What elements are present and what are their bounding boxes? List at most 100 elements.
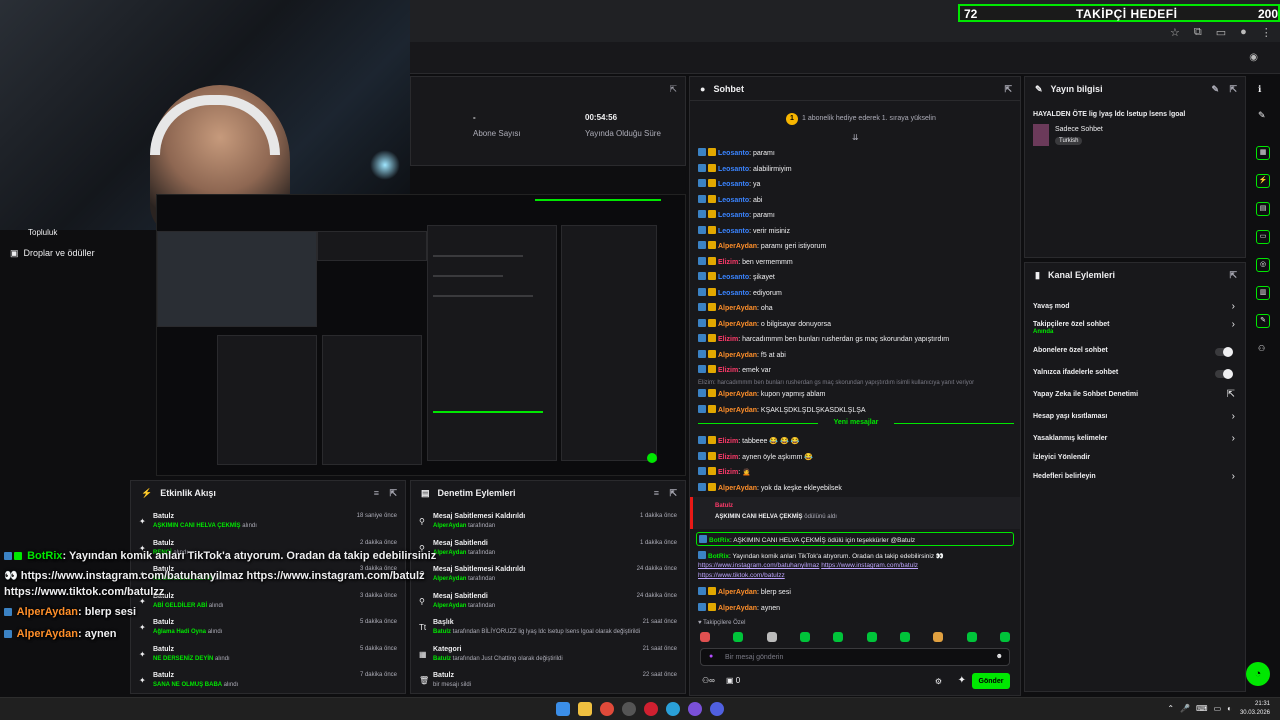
channel-action-item[interactable]: Yapay Zeka ile Sohbet Denetimi — [1033, 391, 1138, 398]
chat-username[interactable]: Leosanto — [718, 274, 749, 281]
link-instagram-1[interactable]: https://www.instagram.com/batuhanyilmaz — [698, 562, 819, 569]
settings-icon[interactable]: ⚙ — [935, 677, 942, 686]
profile-icon[interactable]: ● — [1240, 26, 1247, 38]
emote[interactable] — [999, 632, 1010, 642]
app-icon[interactable] — [622, 702, 636, 716]
chevron-right-icon[interactable]: › — [1232, 433, 1235, 444]
extension-icon[interactable]: ⧉ — [1194, 26, 1202, 39]
start-icon[interactable] — [556, 702, 570, 716]
chevron-right-icon[interactable]: › — [1232, 471, 1235, 482]
rail-layout-icon[interactable]: ▥ — [1256, 286, 1270, 300]
emote[interactable] — [799, 632, 810, 642]
system-tray[interactable]: ⌃🎤⌨▭◐ — [1167, 704, 1238, 713]
bot-user[interactable]: BotRix — [708, 553, 729, 560]
pencil-icon[interactable]: ✎ — [1258, 110, 1266, 121]
rail-more-icon[interactable]: ⚇ — [1258, 344, 1265, 353]
emote[interactable] — [833, 632, 844, 642]
popout-icon[interactable]: ⇱ — [1229, 270, 1237, 281]
sub-leaderboard-banner[interactable]: 1 1 abonelik hediye ederek 1. sıraya yüks… — [786, 113, 936, 125]
chat-username[interactable]: Leosanto — [718, 150, 749, 157]
activity-user[interactable]: Batulz — [153, 672, 174, 679]
chat-username[interactable]: Leosanto — [718, 181, 749, 188]
external-link-icon[interactable]: ⇱ — [1227, 389, 1235, 400]
chat-username[interactable]: AlperAydan — [718, 305, 757, 312]
toggle-switch[interactable] — [1215, 347, 1233, 357]
send-button[interactable]: Gönder — [972, 673, 1010, 689]
toggle-switch[interactable] — [1215, 369, 1233, 379]
filter-icon[interactable]: ≡ — [654, 488, 659, 498]
avatar[interactable]: ◉ — [1249, 52, 1258, 63]
points-icon[interactable]: ▣ — [726, 676, 734, 685]
rail-broadcast-icon[interactable]: ◎ — [1256, 258, 1270, 272]
chevron-right-icon[interactable]: › — [1232, 319, 1235, 330]
channel-action-item[interactable]: Yalnızca ifadelerle sohbet — [1033, 369, 1118, 376]
opera-icon[interactable] — [644, 702, 658, 716]
edit-icon[interactable]: ✎ — [1211, 84, 1219, 95]
scroll-down-icon[interactable]: ⇊ — [852, 133, 859, 142]
chat-username[interactable]: Elizim — [718, 454, 738, 461]
users-icon[interactable]: ⚇∞ — [702, 676, 715, 685]
link-tiktok[interactable]: https://www.tiktok.com/batulzz — [698, 572, 785, 579]
activity-user[interactable]: Batulz — [153, 540, 174, 547]
emote[interactable] — [933, 632, 944, 642]
chrome-icon[interactable] — [600, 702, 614, 716]
activity-user[interactable]: Batulz — [153, 513, 174, 520]
moderation-user[interactable]: Batulz — [433, 656, 451, 662]
popout-icon[interactable]: ⇱ — [1004, 84, 1012, 95]
mic-icon[interactable]: ● — [709, 653, 713, 660]
chat-username[interactable]: Leosanto — [718, 197, 749, 204]
help-fab[interactable]: ◔ — [1246, 662, 1270, 686]
chat-username[interactable]: Elizim — [718, 367, 738, 374]
channel-action-item[interactable]: İzleyici Yönlendir — [1033, 454, 1090, 461]
emote[interactable] — [700, 632, 710, 642]
chat-username[interactable]: AlperAydan — [718, 391, 757, 398]
popout-icon[interactable]: ⇱ — [669, 488, 677, 499]
emote[interactable] — [899, 632, 910, 642]
info-icon[interactable]: ℹ — [1258, 84, 1261, 95]
chat-username[interactable]: Elizim — [718, 336, 738, 343]
chat-username[interactable]: AlperAydan — [718, 485, 757, 492]
menu-icon[interactable]: ⋮ — [1261, 26, 1272, 39]
nav-community[interactable]: Topluluk — [28, 228, 57, 237]
activity-user[interactable]: Batulz — [153, 646, 174, 653]
rail-chat-icon[interactable]: ▭ — [1256, 230, 1270, 244]
chat-username[interactable]: AlperAydan — [718, 589, 757, 596]
bot-icon[interactable]: ✦ — [958, 675, 966, 686]
link-instagram-2[interactable]: https://www.instagram.com/batulz — [821, 562, 918, 569]
popout-icon[interactable]: ⇱ — [1229, 84, 1237, 95]
chat-username[interactable]: Leosanto — [718, 166, 749, 173]
rail-bolt-icon[interactable]: ⚡ — [1256, 174, 1270, 188]
chat-username[interactable]: AlperAydan — [718, 407, 757, 414]
chat-username[interactable]: Leosanto — [718, 228, 749, 235]
chat-username[interactable]: Elizim — [718, 259, 738, 266]
obs-icon[interactable] — [710, 702, 724, 716]
emote[interactable] — [733, 632, 744, 642]
rail-stats-icon[interactable]: ▦ — [1256, 146, 1270, 160]
chat-username[interactable]: Elizim — [718, 469, 738, 476]
channel-action-item[interactable]: Takipçilere özel sohbet — [1033, 321, 1110, 328]
chat-username[interactable]: AlperAydan — [718, 243, 757, 250]
emote[interactable] — [866, 632, 877, 642]
popout-icon[interactable]: ⇱ — [669, 84, 677, 95]
chat-username[interactable]: AlperAydan — [718, 605, 757, 612]
chevron-right-icon[interactable]: › — [1232, 411, 1235, 422]
chat-username[interactable]: Leosanto — [718, 290, 749, 297]
rail-wrench-icon[interactable]: ✎ — [1256, 314, 1270, 328]
emote[interactable] — [766, 632, 777, 642]
channel-action-item[interactable]: Yavaş mod — [1033, 303, 1070, 310]
explorer-icon[interactable] — [578, 702, 592, 716]
popout-icon[interactable]: ⇱ — [389, 488, 397, 499]
bot-user[interactable]: BotRix — [709, 537, 730, 544]
chat-username[interactable]: Elizim — [718, 438, 738, 445]
edge-icon[interactable] — [666, 702, 680, 716]
chevron-right-icon[interactable]: › — [1232, 301, 1235, 312]
moderation-user[interactable]: AlperAydan — [433, 523, 466, 529]
channel-action-item[interactable]: Abonelere özel sohbet — [1033, 347, 1108, 354]
filter-icon[interactable]: ≡ — [374, 488, 379, 498]
emote[interactable] — [966, 632, 977, 642]
clock[interactable]: 21:31 30.03.2026 — [1240, 700, 1270, 718]
channel-action-item[interactable]: Hesap yaşı kısıtlaması — [1033, 413, 1107, 420]
discord-icon[interactable] — [688, 702, 702, 716]
rail-doc-icon[interactable]: ▤ — [1256, 202, 1270, 216]
channel-action-item[interactable]: Hedefleri belirleyin — [1033, 473, 1096, 480]
